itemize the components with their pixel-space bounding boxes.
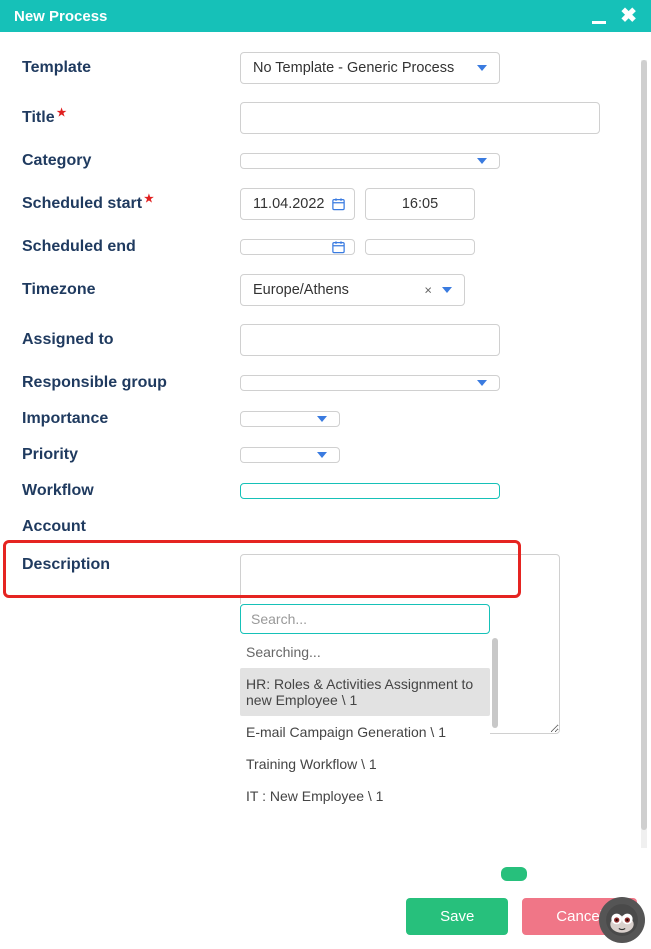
importance-select[interactable] — [240, 411, 340, 427]
dropdown-search-input[interactable]: Search... — [240, 604, 490, 634]
scheduled-start-time-input[interactable]: 16:05 — [365, 188, 475, 220]
page-scrollbar-thumb[interactable] — [641, 60, 647, 830]
window-title: New Process — [14, 8, 107, 25]
partial-button-fragment — [501, 867, 527, 881]
dropdown-item[interactable]: Training Workflow \ 1 — [240, 748, 490, 780]
scheduled-start-date-value: 11.04.2022 — [253, 196, 325, 212]
minimize-icon[interactable] — [592, 6, 606, 26]
label-title: Title — [22, 109, 240, 127]
label-assigned-to: Assigned to — [22, 331, 240, 349]
template-select[interactable]: No Template - Generic Process — [240, 52, 500, 84]
footer: Save Cancel — [0, 884, 651, 949]
category-select[interactable] — [240, 153, 500, 169]
scheduled-start-time-value: 16:05 — [402, 196, 438, 212]
window-controls: ✖ — [592, 6, 637, 26]
workflow-select[interactable] — [240, 483, 500, 499]
template-value: No Template - Generic Process — [253, 60, 454, 76]
label-template: Template — [22, 59, 240, 77]
label-scheduled-start: Scheduled start — [22, 195, 240, 213]
page-scrollbar[interactable] — [641, 60, 647, 848]
dropdown-item[interactable]: IT : New Employee \ 1 — [240, 780, 490, 812]
close-icon[interactable]: ✖ — [620, 6, 637, 26]
assigned-to-input[interactable] — [240, 324, 500, 356]
scheduled-end-time-input[interactable] — [365, 239, 475, 255]
search-placeholder-text: Search... — [251, 611, 307, 627]
help-avatar[interactable] — [599, 897, 645, 943]
chevron-down-icon — [317, 452, 327, 458]
label-responsible-group: Responsible group — [22, 374, 240, 392]
label-category: Category — [22, 152, 240, 170]
dropdown-item[interactable]: HR: Roles & Activities Assignment to new… — [240, 668, 490, 716]
dropdown-item[interactable]: E-mail Campaign Generation \ 1 — [240, 716, 490, 748]
timezone-select[interactable]: Europe/Athens × — [240, 274, 465, 306]
chevron-down-icon — [442, 287, 452, 293]
scheduled-start-date-input[interactable]: 11.04.2022 — [240, 188, 355, 220]
label-description: Description — [22, 556, 240, 574]
chevron-down-icon — [477, 65, 487, 71]
label-timezone: Timezone — [22, 281, 240, 299]
label-importance: Importance — [22, 410, 240, 428]
scheduled-end-date-input[interactable] — [240, 239, 355, 255]
calendar-icon[interactable] — [331, 197, 346, 212]
label-priority: Priority — [22, 446, 240, 464]
chevron-down-icon — [477, 380, 487, 386]
label-scheduled-end: Scheduled end — [22, 238, 240, 256]
chevron-down-icon — [477, 158, 487, 164]
titlebar: New Process ✖ — [0, 0, 651, 32]
save-button[interactable]: Save — [406, 898, 508, 935]
calendar-icon[interactable] — [331, 240, 346, 255]
workflow-dropdown: Search... Searching... HR: Roles & Activ… — [240, 604, 490, 812]
label-workflow: Workflow — [22, 482, 240, 500]
responsible-group-select[interactable] — [240, 375, 500, 391]
chevron-down-icon — [317, 416, 327, 422]
dropdown-list: Searching... HR: Roles & Activities Assi… — [240, 638, 490, 812]
label-account: Account — [22, 518, 240, 536]
dropdown-scrollbar[interactable] — [492, 638, 498, 728]
timezone-value: Europe/Athens — [253, 282, 349, 298]
title-input[interactable] — [240, 102, 600, 134]
dropdown-status: Searching... — [240, 638, 490, 668]
clear-icon[interactable]: × — [424, 283, 432, 298]
priority-select[interactable] — [240, 447, 340, 463]
